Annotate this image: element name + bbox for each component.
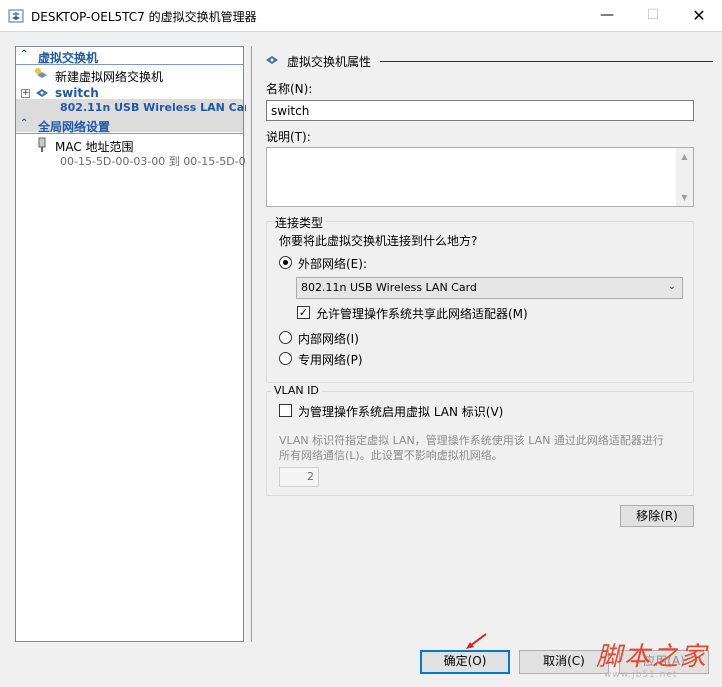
- external-network-radio[interactable]: [279, 256, 292, 269]
- vlan-group-title: VLAN ID: [271, 384, 322, 397]
- remove-button[interactable]: 移除(R): [620, 505, 694, 527]
- watermark-url: www.jb51.net: [604, 670, 678, 680]
- switch-name-label: switch: [55, 86, 99, 100]
- mac-address-icon: [38, 137, 46, 152]
- chevron-down-icon: ⌄: [667, 281, 676, 292]
- private-network-label[interactable]: 专用网络(P): [298, 351, 363, 368]
- tree-item-label: 新建虚拟网络交换机: [55, 70, 164, 84]
- switch-adapter-label: 802.11n USB Wireless LAN Card: [60, 101, 258, 114]
- maximize-button[interactable]: ☐: [630, 0, 676, 31]
- external-network-label[interactable]: 外部网络(E):: [298, 255, 367, 272]
- connection-question: 你要将此虚拟交换机连接到什么地方?: [279, 234, 478, 248]
- section-rule: [380, 61, 713, 62]
- allow-share-label[interactable]: 允许管理操作系统共享此网络适配器(M): [316, 305, 528, 322]
- description-scrollbar[interactable]: ▲ ▼: [676, 148, 693, 206]
- mac-range-value: 00-15-5D-00-03-00 到 00-15-5D-0...: [60, 155, 257, 168]
- watermark-logo: 脚本之家: [596, 642, 709, 672]
- description-input[interactable]: ▲ ▼: [266, 147, 694, 207]
- network-adapter-value: 802.11n USB Wireless LAN Card: [301, 281, 477, 294]
- collapse-chevron-icon[interactable]: ⌃: [20, 118, 28, 129]
- expand-toggle-icon[interactable]: +: [21, 89, 30, 98]
- vlan-enable-label[interactable]: 为管理操作系统启用虚拟 LAN 标识(V): [298, 403, 503, 420]
- allow-share-checkbox[interactable]: ✓: [297, 306, 310, 319]
- close-button[interactable]: ✕: [676, 0, 722, 31]
- network-adapter-select[interactable]: 802.11n USB Wireless LAN Card ⌄: [296, 277, 683, 299]
- collapse-chevron-icon[interactable]: ⌃: [20, 49, 28, 60]
- navigation-tree[interactable]: ⌃ 虚拟交换机 新建虚拟网络交换机 + switch 802.11n USB W…: [15, 46, 257, 642]
- internal-network-label[interactable]: 内部网络(I): [298, 330, 359, 347]
- description-label: 说明(T):: [266, 130, 311, 144]
- private-network-radio[interactable]: [279, 352, 292, 365]
- vlan-description-line1: VLAN 标识符指定虚拟 LAN，管理操作系统使用该 LAN 通过此网络适配器进…: [279, 434, 664, 447]
- dialog-client: ⌃ 虚拟交换机 新建虚拟网络交换机 + switch 802.11n USB W…: [0, 31, 722, 687]
- title-bar: DESKTOP-OEL5TC7 的虚拟交换机管理器 — ☐ ✕: [0, 0, 722, 31]
- tree-section-global-network[interactable]: ⌃ 全局网络设置: [16, 117, 243, 134]
- internal-network-radio[interactable]: [279, 331, 292, 344]
- minimize-button[interactable]: —: [584, 0, 630, 31]
- window-title: DESKTOP-OEL5TC7 的虚拟交换机管理器: [31, 10, 257, 24]
- tree-section-virtual-switches[interactable]: ⌃ 虚拟交换机: [16, 48, 243, 65]
- connection-type-title: 连接类型: [272, 214, 327, 231]
- annotation-arrow-icon: [466, 633, 487, 649]
- section-divider: [16, 64, 243, 65]
- network-switch-icon: [36, 89, 48, 97]
- vlan-enable-checkbox[interactable]: [279, 404, 292, 417]
- scroll-up-icon[interactable]: ▲: [676, 148, 693, 165]
- ok-button[interactable]: 确定(O): [420, 650, 510, 674]
- vlan-description-line2: 所有网络通信(L)。此设置不影响虚拟机网络。: [279, 449, 503, 462]
- network-switch-icon: [266, 56, 278, 64]
- section-divider: [16, 133, 243, 134]
- section-title: 虚拟交换机属性: [287, 55, 372, 69]
- scroll-down-icon[interactable]: ▼: [676, 189, 693, 206]
- new-switch-icon: [35, 68, 47, 78]
- name-input[interactable]: switch: [266, 100, 694, 121]
- name-label: 名称(N):: [266, 82, 313, 96]
- properties-panel: 虚拟交换机属性 名称(N): switch 说明(T): ▲ ▼ 连接类型 你要…: [251, 46, 721, 642]
- vlan-id-spinner: 2: [279, 467, 319, 487]
- switch-manager-icon: [8, 9, 24, 23]
